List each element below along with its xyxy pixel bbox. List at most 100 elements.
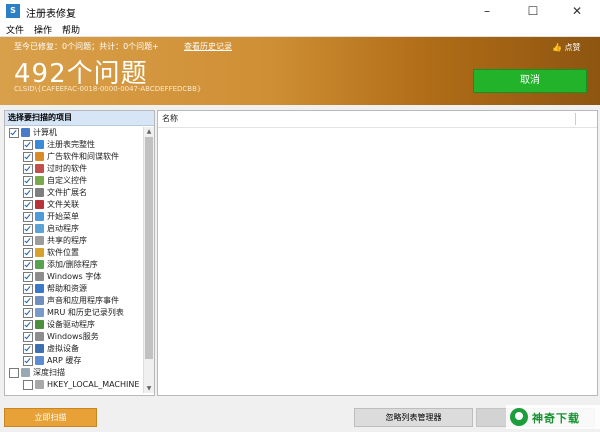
scan-item-row[interactable]: 注册表完整性 — [23, 139, 95, 151]
scan-item-checkbox[interactable] — [23, 259, 33, 270]
scan-item-checkbox[interactable] — [23, 211, 33, 222]
scan-item-label: 自定义控件 — [47, 176, 87, 185]
control-icon — [35, 176, 44, 185]
watermark-text: 神奇下载 — [532, 412, 580, 425]
scan-item-label: 开始菜单 — [47, 212, 79, 221]
file-assoc-icon — [35, 200, 44, 209]
scan-item-checkbox[interactable] — [23, 271, 33, 282]
scan-item-row[interactable]: 帮助和资源 — [23, 283, 87, 295]
scan-item-checkbox[interactable] — [23, 319, 33, 330]
scan-items-header: 选择要扫描的项目 — [5, 111, 154, 126]
scan-item-row[interactable]: 添加/删除程序 — [23, 259, 98, 271]
scan-item-label: 文件扩展名 — [47, 188, 87, 197]
scan-item-checkbox[interactable] — [23, 235, 33, 246]
maximize-button[interactable]: ☐ — [510, 0, 556, 22]
computer-icon — [21, 128, 30, 137]
deep-scan-icon — [21, 368, 30, 377]
tree-scrollbar[interactable]: ▲ ▼ — [143, 127, 154, 393]
bottom-bar: 立即扫描 忽略列表管理器 修复 神奇下载 — [0, 400, 600, 432]
menu-file[interactable]: 文件 — [6, 23, 24, 36]
scan-item-row[interactable]: 计算机 — [9, 127, 57, 139]
scan-item-label: 过时的软件 — [47, 164, 87, 173]
scan-item-checkbox[interactable] — [23, 223, 33, 234]
arp-cache-icon — [35, 356, 44, 365]
scan-item-row[interactable]: 声音和应用程序事件 — [23, 295, 119, 307]
results-list: 名称 — [157, 110, 598, 396]
scan-item-checkbox[interactable] — [23, 355, 33, 366]
scan-items-tree: 计算机注册表完整性 广告软件和间谍软件 过时的软件自定义控件文件扩展名文件关联 开始菜… — [5, 127, 142, 393]
scan-now-button[interactable]: 立即扫描 — [4, 408, 97, 427]
scan-item-checkbox[interactable] — [23, 379, 33, 390]
scan-item-label: Windows 字体 — [47, 272, 102, 281]
scan-item-row[interactable]: ARP 缓存 — [23, 355, 81, 367]
history-icon — [35, 308, 44, 317]
app-icon: S — [6, 4, 20, 18]
scan-item-row[interactable]: 自定义控件 — [23, 175, 87, 187]
scan-item-label: 声音和应用程序事件 — [47, 296, 119, 305]
scan-item-checkbox[interactable] — [23, 283, 33, 294]
results-header: 名称 — [158, 111, 597, 128]
menu-action[interactable]: 操作 — [34, 23, 52, 36]
scan-item-row[interactable]: 设备驱动程序 — [23, 319, 95, 331]
scan-item-label: 帮助和资源 — [47, 284, 87, 293]
scan-item-checkbox[interactable] — [23, 151, 33, 162]
scan-item-label: 共享的程序 — [47, 236, 87, 245]
current-scan-key: CLSID\{CAFEEFAC-0018-0000-0047-ABCDEFFED… — [14, 85, 202, 93]
scan-item-checkbox[interactable] — [23, 307, 33, 318]
scan-item-row[interactable]: MRU 和历史记录列表 — [23, 307, 124, 319]
history-link[interactable]: 查看历史记录 — [184, 41, 232, 52]
ignore-list-manager-button[interactable]: 忽略列表管理器 — [354, 408, 473, 427]
scan-item-label: 计算机 — [33, 128, 57, 137]
scan-item-checkbox[interactable] — [9, 367, 19, 378]
scan-item-checkbox[interactable] — [23, 175, 33, 186]
scroll-down-icon[interactable]: ▼ — [144, 384, 154, 393]
column-divider[interactable] — [575, 113, 576, 125]
scan-item-checkbox[interactable] — [23, 139, 33, 150]
scan-item-row[interactable]: 软件位置 — [23, 247, 79, 259]
scan-item-row[interactable]: 广告软件和间谍软件 — [23, 151, 119, 163]
scan-item-row[interactable]: 文件扩展名 — [23, 187, 87, 199]
scan-item-row[interactable]: 深度扫描 — [9, 367, 65, 379]
cancel-button[interactable]: 取消 — [473, 69, 587, 93]
scroll-thumb[interactable] — [145, 137, 153, 359]
start-menu-icon — [35, 212, 44, 221]
add-remove-icon — [35, 260, 44, 269]
file-ext-icon — [35, 188, 44, 197]
like-button[interactable]: 👍 点赞 — [552, 42, 581, 53]
shared-icon — [35, 236, 44, 245]
service-icon — [35, 332, 44, 341]
scan-item-checkbox[interactable] — [9, 127, 19, 138]
scan-item-label: 虚拟设备 — [47, 344, 79, 353]
driver-icon — [35, 320, 44, 329]
scan-item-row[interactable]: Windows 字体 — [23, 271, 101, 283]
location-icon — [35, 248, 44, 257]
scroll-up-icon[interactable]: ▲ — [144, 127, 154, 136]
scan-item-label: 添加/删除程序 — [47, 260, 98, 269]
scan-item-checkbox[interactable] — [23, 187, 33, 198]
virtual-device-icon — [35, 344, 44, 353]
scan-item-label: Windows服务 — [47, 332, 99, 341]
scan-item-checkbox[interactable] — [23, 199, 33, 210]
column-name[interactable]: 名称 — [162, 114, 178, 123]
scan-item-label: MRU 和历史记录列表 — [47, 308, 124, 317]
scan-item-label: 广告软件和间谍软件 — [47, 152, 119, 161]
help-icon — [35, 284, 44, 293]
scan-item-row[interactable]: 开始菜单 — [23, 211, 79, 223]
scan-item-checkbox[interactable] — [23, 343, 33, 354]
scan-item-checkbox[interactable] — [23, 247, 33, 258]
scan-item-row[interactable]: Windows服务 — [23, 331, 99, 343]
close-button[interactable]: ✕ — [554, 0, 600, 22]
scan-item-checkbox[interactable] — [23, 331, 33, 342]
minimize-button[interactable]: – — [464, 0, 510, 22]
scan-item-row[interactable]: 文件关联 — [23, 199, 79, 211]
scan-item-row[interactable]: 共享的程序 — [23, 235, 87, 247]
scan-item-row[interactable]: 启动程序 — [23, 223, 79, 235]
repair-stats: 至今已修复：0个问题；共计：0个问题+ — [14, 42, 159, 51]
scan-item-row[interactable]: 虚拟设备 — [23, 343, 79, 355]
like-label: 点赞 — [564, 43, 581, 52]
scan-item-row[interactable]: 过时的软件 — [23, 163, 87, 175]
scan-item-checkbox[interactable] — [23, 295, 33, 306]
scan-item-row[interactable]: HKEY_LOCAL_MACHINE — [23, 379, 139, 391]
menu-help[interactable]: 帮助 — [62, 23, 80, 36]
scan-item-checkbox[interactable] — [23, 163, 33, 174]
